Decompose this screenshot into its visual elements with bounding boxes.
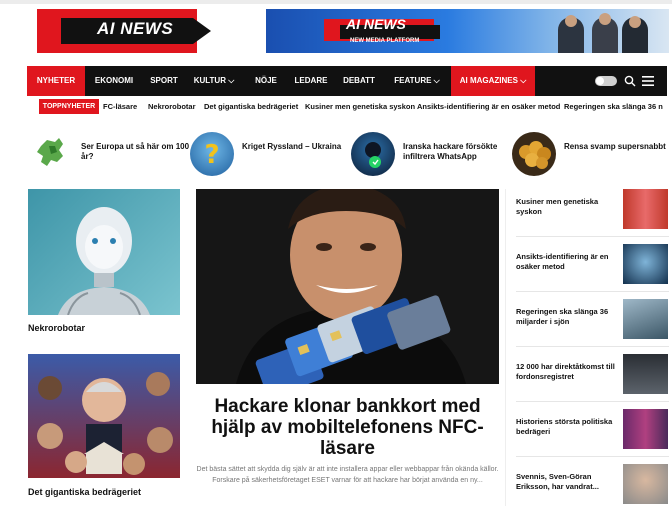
face-scan-image (623, 244, 668, 284)
news-ticker: TOPPNYHETER FC-läsare Nekrorobotar Det g… (39, 99, 672, 115)
nav-item-kultur[interactable]: KULTUR ⌵ (185, 66, 243, 96)
page: AI NEWS AI NEWS NEW MEDIA PLATFORM NYHET… (0, 0, 672, 506)
list-item-title: 12 000 har direktåtkomst till fordonsreg… (516, 362, 615, 381)
nav-item-ledare[interactable]: LEDARE (289, 66, 333, 96)
nav-item-ai-magazines[interactable]: AI MAGAZINES ⌵ (451, 66, 535, 96)
ticker-item[interactable]: Nekrorobotar (148, 99, 196, 114)
main-article-excerpt: Det bästa sättet att skydda dig själv är… (196, 466, 499, 484)
ticker-item[interactable]: Kusiner men genetiska syskon (305, 99, 415, 114)
article-title[interactable]: Nekrorobotar (28, 323, 85, 333)
site-logo-text: AI NEWS (97, 19, 174, 38)
ticker-item[interactable]: Regeringen ska slänga 36 n (564, 99, 663, 114)
banner-subtitle: NEW MEDIA PLATFORM (350, 38, 420, 44)
list-item-title: Ansikts-identifiering är en osäker metod (516, 252, 609, 271)
nav-item-noje[interactable]: NÖJE (243, 66, 289, 96)
trending-item[interactable]: ? Kriget Ryssland – Ukraina (190, 132, 350, 176)
nav-item-label: AI MAGAZINES (459, 76, 518, 85)
trending-title: Iranska hackare försökte infiltrera What… (403, 142, 498, 161)
political-fraud-image (623, 409, 668, 449)
banner-ad[interactable]: AI NEWS NEW MEDIA PLATFORM (266, 9, 669, 53)
site-logo[interactable]: AI NEWS (37, 9, 213, 53)
svg-text:?: ? (204, 140, 219, 170)
question-mark-icon: ? (190, 132, 234, 176)
nav-item-label: KULTUR (193, 76, 226, 85)
chevron-down-icon: ⌵ (520, 76, 527, 85)
banner-title: AI NEWS (346, 16, 406, 32)
car-image (623, 354, 668, 394)
nav-item-label: FEATURE (394, 76, 432, 85)
list-item[interactable]: Kusiner men genetiska syskon (516, 189, 669, 229)
twins-image (623, 189, 668, 229)
main-nav: NYHETER EKONOMI SPORT KULTUR ⌵ NÖJE LEDA… (27, 66, 667, 96)
whatsapp-hacker-icon (351, 132, 395, 176)
list-item-title: Kusiner men genetiska syskon (516, 197, 599, 216)
list-item[interactable]: Regeringen ska slänga 36 miljarder i sjö… (516, 299, 669, 339)
europe-map-icon (29, 132, 73, 176)
chevron-down-icon: ⌵ (433, 76, 440, 85)
nav-item-ekonomi[interactable]: EKONOMI (85, 66, 143, 96)
trending-title: Ser Europa ut så här om 100 år? (81, 142, 190, 161)
search-icon[interactable] (624, 75, 636, 87)
trending-title: Kriget Ryssland – Ukraina (242, 142, 342, 151)
ticker-item[interactable]: Ansikts-identifiering är en osäker metod (417, 99, 560, 114)
robot-image[interactable] (28, 189, 180, 315)
list-item[interactable]: Svennis, Sven-Göran Eriksson, har vandra… (516, 464, 669, 504)
list-item[interactable]: Historiens största politiska bedrägeri (516, 409, 669, 449)
nav-item-feature[interactable]: FEATURE ⌵ (385, 66, 449, 96)
dark-mode-toggle[interactable] (595, 76, 617, 86)
trending-item[interactable]: Rensa svamp supersnabbt (512, 132, 672, 176)
trending-item[interactable]: Iranska hackare försökte infiltrera What… (351, 132, 511, 176)
menu-icon[interactable] (642, 76, 654, 86)
politicians-collage-image[interactable] (28, 354, 180, 478)
column-divider (505, 189, 506, 506)
nav-item-sport[interactable]: SPORT (143, 66, 185, 96)
trending-title: Rensa svamp supersnabbt (564, 142, 666, 151)
money-in-sea-image (623, 299, 668, 339)
list-item-title: Historiens största politiska bedrägeri (516, 417, 613, 436)
nav-item-nyheter[interactable]: NYHETER (27, 66, 85, 96)
article-title[interactable]: Det gigantiska bedrägeriet (28, 487, 141, 497)
ticker-item[interactable]: FC-läsare (103, 99, 137, 114)
trending-item[interactable]: Ser Europa ut så här om 100 år? (29, 132, 189, 176)
list-item[interactable]: Ansikts-identifiering är en osäker metod (516, 244, 669, 284)
list-item-title: Svennis, Sven-Göran Eriksson, har vandra… (516, 472, 599, 491)
top-border (0, 0, 672, 4)
mushroom-basket-icon (512, 132, 556, 176)
ticker-item[interactable]: Det gigantiska bedrägeriet (204, 99, 298, 114)
chevron-down-icon: ⌵ (228, 76, 235, 85)
main-article-title[interactable]: Hackare klonar bankkort med hjälp av mob… (196, 396, 499, 459)
portrait-image (623, 464, 668, 504)
list-item-title: Regeringen ska slänga 36 miljarder i sjö… (516, 307, 609, 326)
hacker-with-cards-image[interactable] (196, 189, 499, 384)
list-item[interactable]: 12 000 har direktåtkomst till fordonsreg… (516, 354, 669, 394)
nav-item-debatt[interactable]: DEBATT (333, 66, 385, 96)
ticker-label: TOPPNYHETER (39, 99, 99, 114)
